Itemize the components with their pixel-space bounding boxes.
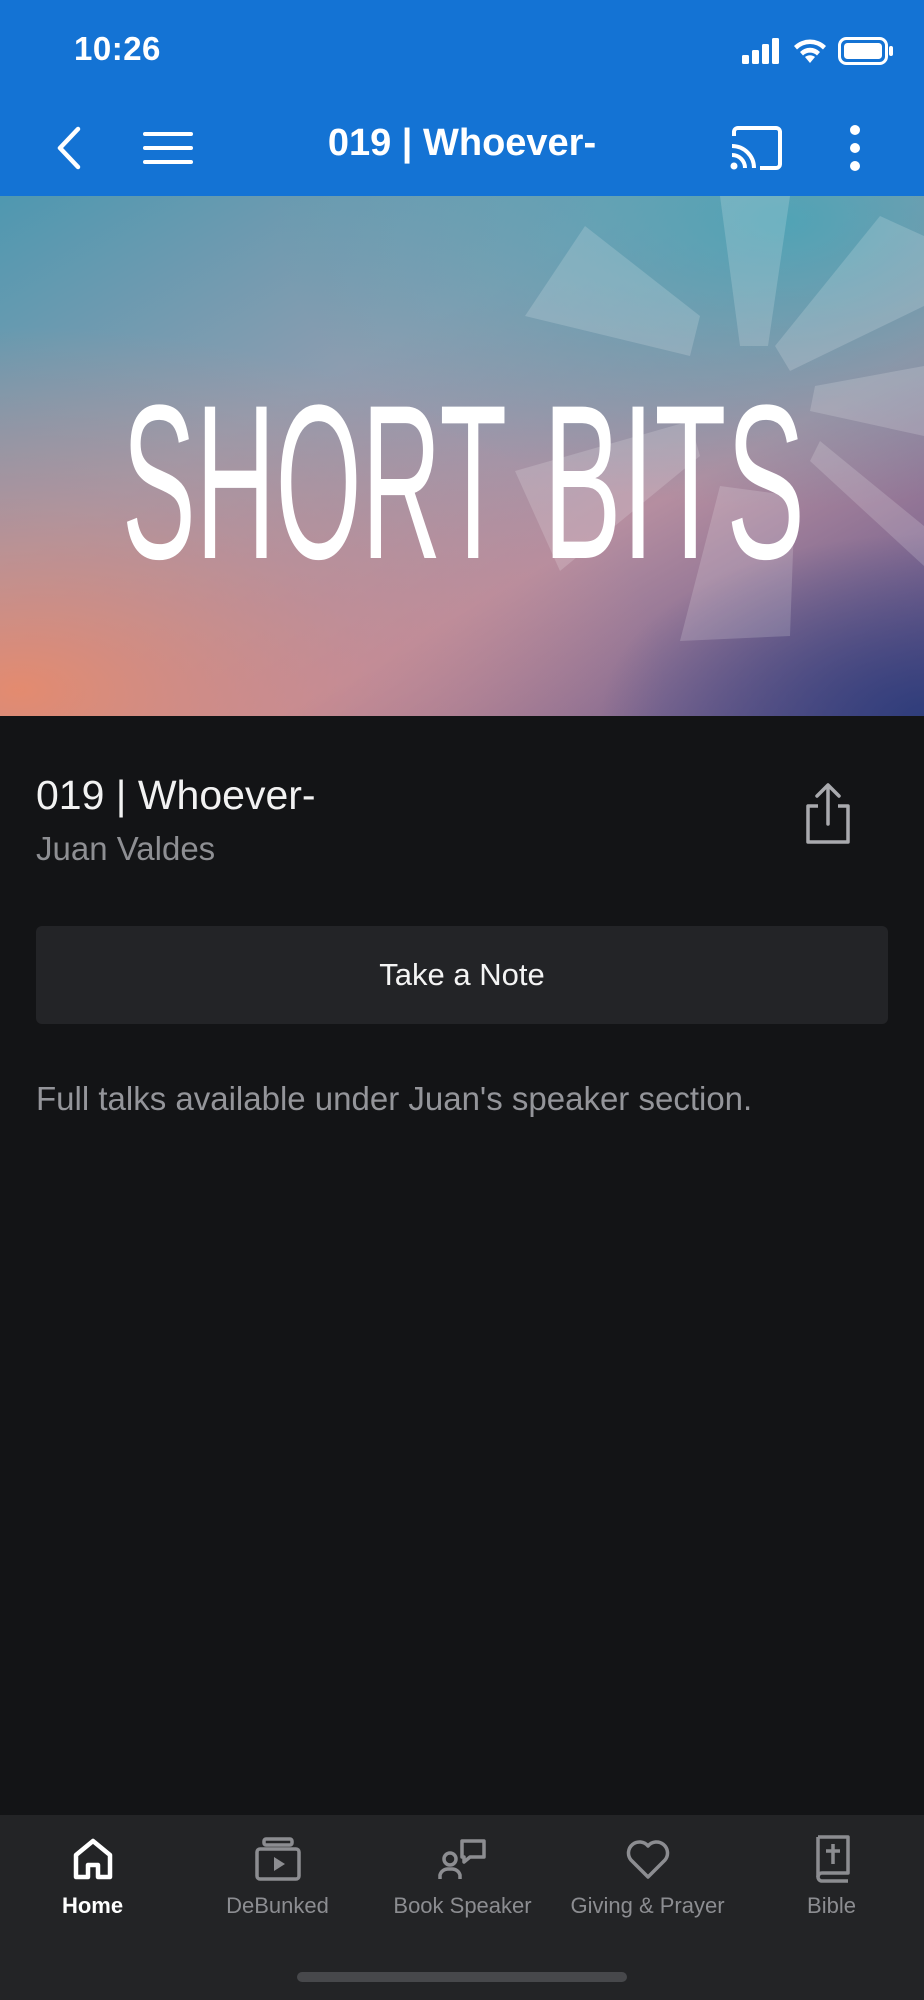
tab-bible[interactable]: Bible	[739, 1815, 924, 1935]
cast-button[interactable]	[726, 122, 786, 174]
share-button[interactable]	[802, 782, 854, 846]
status-time: 10:26	[74, 30, 161, 67]
tab-bible-label: Bible	[807, 1893, 856, 1918]
page-title: 019 | Whoever-	[327, 122, 597, 164]
tab-debunked-label: DeBunked	[226, 1893, 329, 1918]
tab-book-speaker[interactable]: Book Speaker	[370, 1815, 555, 1935]
tab-book-speaker-label: Book Speaker	[393, 1893, 532, 1918]
artwork-word-bits: BITS	[543, 359, 805, 605]
home-icon	[73, 1838, 112, 1880]
artwork-title: SHORT BITS	[122, 359, 805, 605]
back-button[interactable]	[42, 118, 96, 178]
battery-icon	[838, 37, 893, 65]
tab-home-label: Home	[61, 1893, 124, 1918]
vertical-dots-icon	[850, 125, 860, 171]
tab-home[interactable]: Home	[0, 1815, 185, 1935]
share-icon	[806, 783, 850, 844]
heart-icon	[626, 1840, 669, 1879]
tab-giving-prayer-label: Giving & Prayer	[570, 1893, 725, 1918]
chevron-left-icon	[57, 126, 81, 170]
speaker-chat-icon	[437, 1839, 486, 1879]
video-library-icon	[254, 1837, 301, 1881]
top-app-bar: 10:26 019 | Whoever-	[0, 0, 924, 196]
home-indicator[interactable]	[297, 1972, 627, 1982]
menu-button[interactable]	[138, 120, 198, 176]
more-options-button[interactable]	[838, 120, 872, 176]
episode-speaker[interactable]: Juan Valdes	[36, 830, 215, 868]
cast-icon	[730, 126, 782, 170]
hamburger-icon	[143, 132, 193, 164]
bottom-tab-bar: Home DeBunked Book Speaker Giving & Pray…	[0, 1815, 924, 2000]
cellular-signal-icon	[742, 38, 779, 64]
bible-icon	[815, 1835, 850, 1883]
take-a-note-button[interactable]: Take a Note	[36, 926, 888, 1024]
wifi-icon	[794, 39, 826, 63]
episode-description: Full talks available under Juan's speake…	[36, 1080, 753, 1117]
episode-title: 019 | Whoever-	[36, 772, 316, 818]
status-icons	[742, 36, 894, 66]
tab-debunked[interactable]: DeBunked	[185, 1815, 370, 1935]
tab-giving-prayer[interactable]: Giving & Prayer	[555, 1815, 740, 1935]
episode-artwork: SHORT BITS	[0, 196, 924, 716]
artwork-word-short: SHORT	[122, 359, 507, 605]
